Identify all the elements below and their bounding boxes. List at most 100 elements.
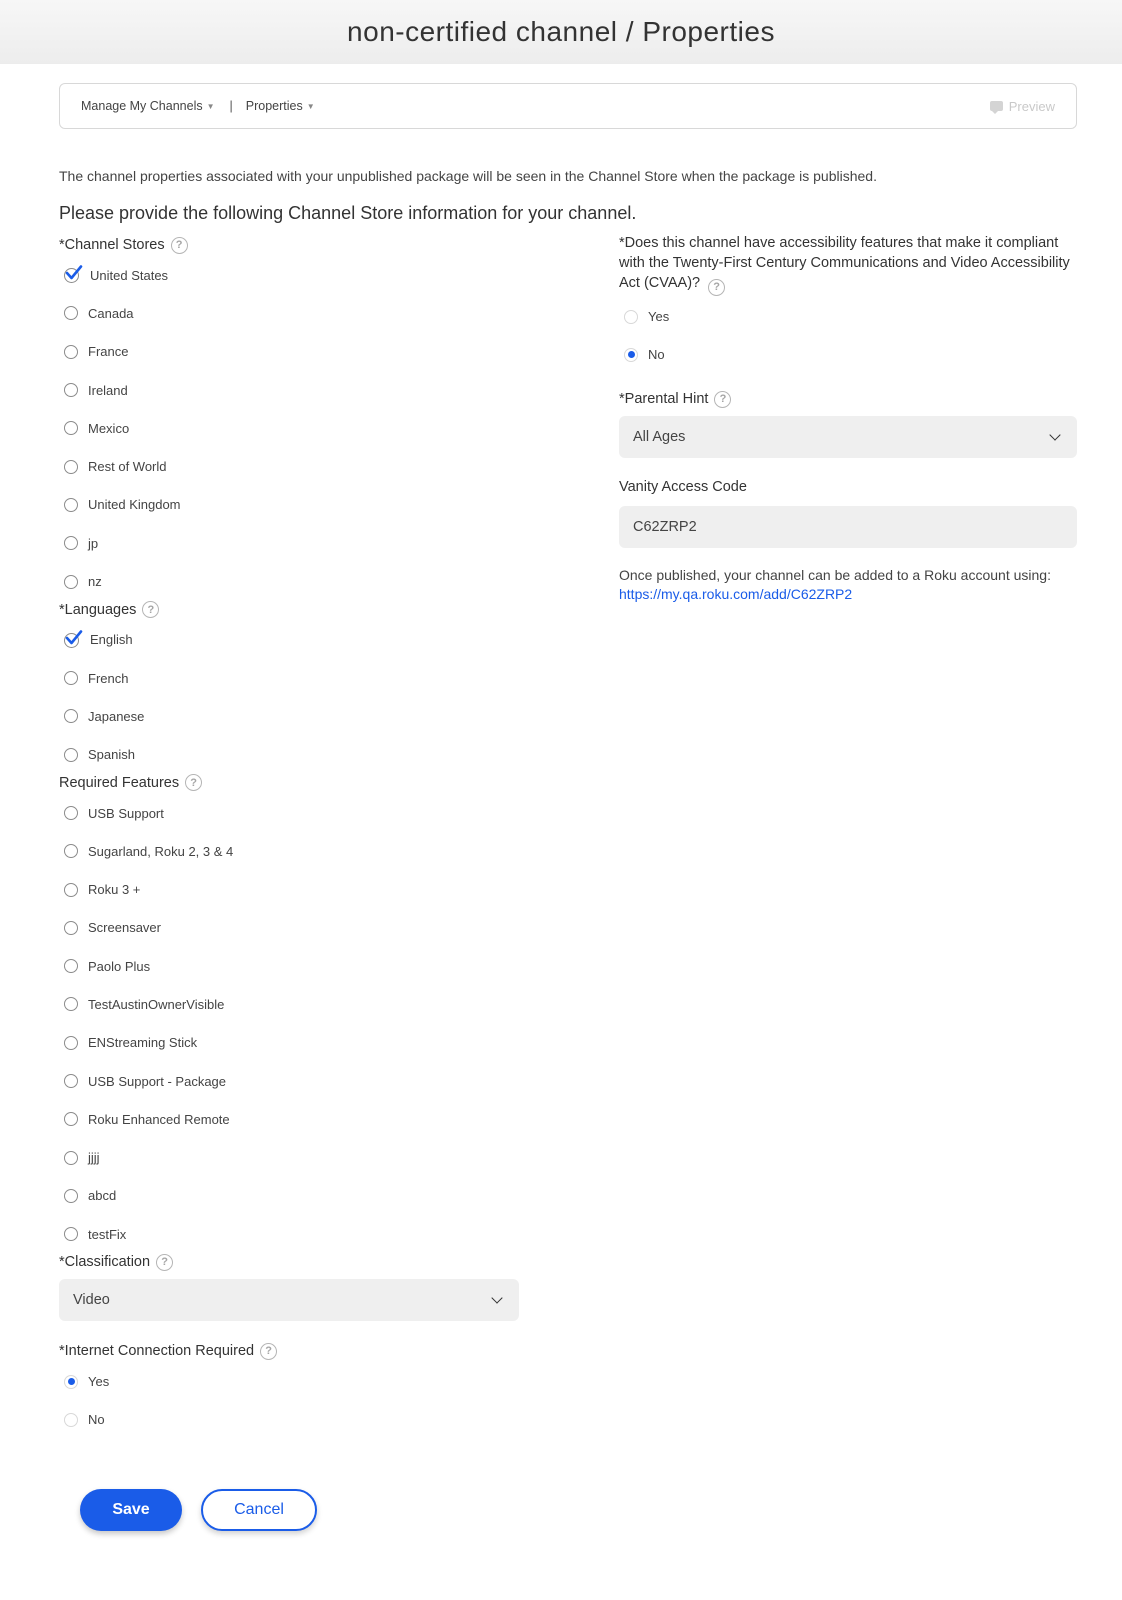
list-item[interactable]: testFix [59,1215,519,1253]
list-item[interactable]: United States [59,256,519,294]
internet-yes-option[interactable]: Yes [59,1362,519,1400]
checkmark-icon[interactable] [64,630,83,648]
option-label: Rest of World [88,459,167,475]
list-item[interactable]: Roku 3 + [59,870,519,908]
checkbox-unchecked[interactable] [64,383,78,398]
checkbox-unchecked[interactable] [64,882,78,897]
crumb-manage-label: Manage My Channels [81,99,203,113]
list-item[interactable]: nz [59,562,519,600]
accessibility-label: *Does this channel have accessibility fe… [619,233,1077,296]
checkbox-unchecked[interactable] [64,1074,78,1089]
list-item[interactable]: English [59,621,519,659]
right-column: *Does this channel have accessibility fe… [619,233,1077,604]
checkmark-icon[interactable] [64,265,83,284]
list-item[interactable]: jjjj [59,1139,519,1177]
accessibility-yes-label: Yes [648,309,670,325]
checkbox-unchecked[interactable] [64,536,78,551]
accessibility-yes-option[interactable]: Yes [619,298,1077,336]
checkbox-unchecked[interactable] [64,709,78,724]
list-item[interactable]: Paolo Plus [59,947,519,985]
checkbox-unchecked[interactable] [64,497,78,512]
list-item[interactable]: Japanese [59,697,519,735]
list-item[interactable]: ENStreaming Stick [59,1024,519,1062]
checkbox-unchecked[interactable] [64,806,78,820]
list-item[interactable]: United Kingdom [59,486,519,524]
question-circle-icon[interactable]: ? [714,390,732,408]
list-item[interactable]: USB Support [59,794,519,832]
option-label: testFix [88,1226,127,1242]
checkbox-unchecked[interactable] [64,1035,78,1050]
list-item[interactable]: USB Support - Package [59,1062,519,1100]
option-label: French [88,670,129,686]
checkbox-unchecked[interactable] [64,459,78,474]
radio-unselected[interactable] [64,1412,78,1427]
checkbox-unchecked[interactable] [64,574,78,589]
radio-unselected[interactable] [624,309,638,324]
languages-label-text: *Languages [59,601,137,618]
crumb-properties-label: Properties [245,99,303,113]
accessibility-no-label: No [648,347,665,363]
list-item[interactable]: Mexico [59,409,519,447]
option-label: jjjj [88,1150,100,1166]
radio-selected[interactable] [64,1374,78,1389]
vanity-url-link[interactable]: https://my.qa.roku.com/add/C62ZRP2 [619,585,1077,604]
cancel-button[interactable]: Cancel [201,1489,317,1531]
internet-section: *Internet Connection Required ? Yes No [59,1342,519,1439]
question-circle-icon[interactable]: ? [170,236,188,254]
checkbox-unchecked[interactable] [64,306,78,321]
internet-label: *Internet Connection Required ? [59,1342,519,1360]
list-item[interactable]: Spanish [59,736,519,774]
crumb-properties[interactable]: Properties ▼ [246,99,315,113]
option-label: Ireland [88,382,128,398]
checkbox-unchecked[interactable] [64,1112,78,1127]
save-button[interactable]: Save [80,1489,182,1531]
list-item[interactable]: Rest of World [59,447,519,485]
option-label: Canada [88,305,134,321]
channel-stores-label-text: *Channel Stores [59,237,165,253]
checkbox-unchecked[interactable] [64,959,78,974]
list-item[interactable]: Canada [59,294,519,332]
classification-select[interactable]: Video [59,1279,519,1322]
checkbox-unchecked[interactable] [64,344,78,359]
option-label: Spanish [88,747,135,763]
checkbox-unchecked[interactable] [64,1227,78,1242]
checkbox-unchecked[interactable] [64,421,78,436]
option-label: English [90,632,133,648]
list-item[interactable]: Sugarland, Roku 2, 3 & 4 [59,832,519,870]
radio-selected[interactable] [624,347,638,362]
list-item[interactable]: TestAustinOwnerVisible [59,985,519,1023]
option-label: Mexico [88,420,130,436]
vanity-label: Vanity Access Code [619,479,747,496]
accessibility-no-option[interactable]: No [619,336,1077,374]
page-header: non-certified channel / Properties [0,0,1122,64]
question-circle-icon[interactable]: ? [156,1253,174,1271]
parental-hint-select[interactable]: All Ages [619,416,1077,459]
checkbox-unchecked[interactable] [64,920,78,935]
question-circle-icon[interactable]: ? [260,1342,278,1360]
option-label: Screensaver [88,920,161,936]
classification-section: *Classification ? Video [59,1253,519,1322]
question-circle-icon[interactable]: ? [185,774,203,792]
preview-label: Preview [1008,98,1055,114]
list-item[interactable]: abcd [59,1177,519,1215]
preview-button[interactable]: Preview [989,98,1055,114]
option-label: jp [88,535,99,551]
checkbox-unchecked[interactable] [64,1188,78,1203]
question-circle-icon[interactable]: ? [708,278,726,296]
crumb-manage-my-channels[interactable]: Manage My Channels ▼ [81,99,215,113]
list-item[interactable]: French [59,659,519,697]
list-item[interactable]: Screensaver [59,909,519,947]
internet-no-option[interactable]: No [59,1401,519,1439]
internet-label-text: *Internet Connection Required [59,1343,255,1360]
checkbox-unchecked[interactable] [64,747,78,762]
list-item[interactable]: Ireland [59,371,519,409]
list-item[interactable]: France [59,333,519,371]
list-item[interactable]: jp [59,524,519,562]
checkbox-unchecked[interactable] [64,1150,78,1165]
question-circle-icon[interactable]: ? [142,601,160,619]
vanity-access-code-field[interactable]: C62ZRP2 [619,506,1077,549]
checkbox-unchecked[interactable] [64,997,78,1012]
checkbox-unchecked[interactable] [64,671,78,686]
list-item[interactable]: Roku Enhanced Remote [59,1100,519,1138]
checkbox-unchecked[interactable] [64,844,78,859]
